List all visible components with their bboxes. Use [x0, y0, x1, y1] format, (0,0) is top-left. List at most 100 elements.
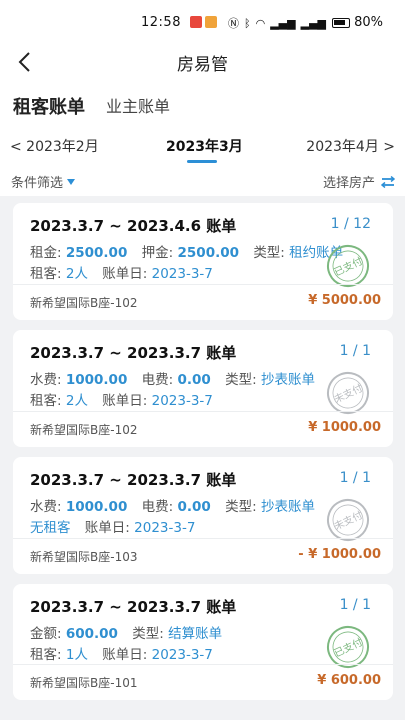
- battery: 80%: [332, 15, 383, 30]
- prev-month[interactable]: < 2023年2月: [10, 136, 99, 156]
- wifi-icon: ◠: [255, 16, 266, 30]
- property-address: 新希望国际B座-101: [30, 676, 138, 690]
- property-address: 新希望国际B座-102: [30, 423, 138, 437]
- bill-date-label: 账单日:: [102, 393, 148, 409]
- bill-detail-line: 租金: 2500.00 押金: 2500.00 类型: 租约账单: [30, 241, 343, 261]
- tenant-value: 2人: [65, 393, 88, 409]
- bill-card[interactable]: 2023.3.7 ~ 2023.3.7 账单 1 / 1 水费: 1000.00…: [13, 457, 393, 574]
- card-footer: 新希望国际B座-102 ¥ 5000.00: [13, 284, 393, 320]
- battery-level: 80%: [354, 15, 383, 30]
- clock: 12:58: [141, 15, 181, 30]
- bill-amount: ¥ 1000.00: [308, 420, 381, 435]
- bill-card[interactable]: 2023.3.7 ~ 2023.4.6 账单 1 / 12 租金: 2500.0…: [13, 203, 393, 320]
- tenant-label: 租客:: [30, 393, 62, 409]
- rent-label: 租金:: [30, 245, 62, 261]
- bill-detail-line: 水费: 1000.00 电费: 0.00 类型: 抄表账单: [30, 495, 315, 515]
- bill-page-count: 1 / 1: [339, 343, 371, 359]
- current-month[interactable]: 2023年3月: [166, 136, 243, 156]
- electric-fee-value: 0.00: [177, 499, 211, 515]
- bill-period: 2023.3.7 ~ 2023.3.7 账单: [30, 471, 237, 489]
- card-footer: 新希望国际B座-103 - ¥ 1000.00: [13, 538, 393, 574]
- water-fee-value: 1000.00: [65, 372, 128, 388]
- bluetooth-icon: ᛒ: [244, 16, 251, 30]
- select-property[interactable]: 选择房产: [323, 172, 395, 191]
- switch-icon: [381, 175, 395, 188]
- unpaid-stamp-icon: 未支付: [327, 372, 369, 414]
- bill-date-value: 2023-3-7: [151, 393, 213, 409]
- bill-amount: ¥ 600.00: [317, 673, 381, 688]
- nfc-icon: Ⓝ: [228, 17, 239, 30]
- deposit-label: 押金:: [141, 245, 174, 261]
- app-notification-icon: [190, 16, 202, 28]
- tab-tenant-bills[interactable]: 租客账单: [13, 93, 85, 119]
- notification-icons: [190, 16, 217, 28]
- electric-fee-label: 电费:: [141, 499, 174, 515]
- current-month-indicator: [187, 160, 217, 163]
- dropdown-triangle-icon: [67, 178, 76, 185]
- month-switcher: < 2023年2月 2023年3月 2023年4月 >: [0, 126, 405, 166]
- app-notification-icon: [205, 16, 217, 28]
- rent-value: 2500.00: [65, 245, 128, 261]
- system-icons: Ⓝ ᛒ ◠ ▂▄▆ ▂▄▆: [228, 15, 326, 31]
- signal-icon: ▂▄▆: [300, 16, 326, 30]
- bill-date-label: 账单日:: [102, 266, 148, 282]
- bill-period: 2023.3.7 ~ 2023.4.6 账单: [30, 217, 237, 235]
- bill-date-value: 2023-3-7: [151, 647, 213, 663]
- bill-page-count: 1 / 1: [339, 597, 371, 613]
- bill-period: 2023.3.7 ~ 2023.3.7 账单: [30, 598, 237, 616]
- bill-detail-line: 无租客 账单日: 2023-3-7: [30, 516, 195, 536]
- bill-detail-line: 租客: 2人 账单日: 2023-3-7: [30, 262, 213, 282]
- water-fee-label: 水费:: [30, 499, 62, 515]
- unpaid-stamp-icon: 未支付: [327, 499, 369, 541]
- nav-bar: 房易管: [0, 46, 405, 80]
- bill-date-value: 2023-3-7: [151, 266, 213, 282]
- bill-amount: - ¥ 1000.00: [298, 547, 381, 562]
- electric-fee-value: 0.00: [177, 372, 211, 388]
- type-label: 类型:: [225, 372, 257, 388]
- page-title: 房易管: [177, 55, 228, 75]
- signal-icon: ▂▄▆: [270, 16, 296, 30]
- property-address: 新希望国际B座-103: [30, 550, 138, 564]
- bill-period: 2023.3.7 ~ 2023.3.7 账单: [30, 344, 237, 362]
- bill-amount: ¥ 5000.00: [308, 293, 381, 308]
- bill-tabs: 租客账单 业主账单: [0, 80, 405, 126]
- battery-icon: [332, 17, 351, 28]
- type-label: 类型:: [225, 499, 257, 515]
- type-label: 类型:: [132, 626, 164, 642]
- bill-page-count: 1 / 1: [339, 470, 371, 486]
- tab-owner-bills[interactable]: 业主账单: [106, 93, 170, 117]
- no-tenant-value: 无租客: [30, 520, 71, 536]
- tenant-value: 2人: [65, 266, 88, 282]
- bill-date-label: 账单日:: [84, 520, 130, 536]
- deposit-value: 2500.00: [177, 245, 240, 261]
- filter-bar: 条件筛选 选择房产: [0, 166, 405, 196]
- condition-filter[interactable]: 条件筛选: [11, 172, 76, 191]
- bill-card[interactable]: 2023.3.7 ~ 2023.3.7 账单 1 / 1 金额: 600.00 …: [13, 584, 393, 700]
- tenant-label: 租客:: [30, 647, 62, 663]
- bill-date-value: 2023-3-7: [134, 520, 196, 536]
- card-footer: 新希望国际B座-102 ¥ 1000.00: [13, 411, 393, 447]
- property-address: 新希望国际B座-102: [30, 296, 138, 310]
- amount-value: 600.00: [65, 626, 118, 642]
- card-footer: 新希望国际B座-101 ¥ 600.00: [13, 664, 393, 700]
- next-month[interactable]: 2023年4月 >: [306, 136, 395, 156]
- bill-detail-line: 租客: 1人 账单日: 2023-3-7: [30, 643, 213, 663]
- water-fee-label: 水费:: [30, 372, 62, 388]
- amount-label: 金额:: [30, 626, 62, 642]
- type-value: 抄表账单: [260, 372, 315, 388]
- tenant-value: 1人: [65, 647, 88, 663]
- bill-detail-line: 水费: 1000.00 电费: 0.00 类型: 抄表账单: [30, 368, 315, 388]
- water-fee-value: 1000.00: [65, 499, 128, 515]
- bill-page-count: 1 / 12: [330, 216, 371, 232]
- condition-filter-label: 条件筛选: [11, 176, 64, 191]
- type-value: 抄表账单: [260, 499, 315, 515]
- type-value: 结算账单: [168, 626, 223, 642]
- tenant-label: 租客:: [30, 266, 62, 282]
- bill-detail-line: 金额: 600.00 类型: 结算账单: [30, 622, 222, 642]
- select-property-label: 选择房产: [322, 176, 375, 191]
- bill-card[interactable]: 2023.3.7 ~ 2023.3.7 账单 1 / 1 水费: 1000.00…: [13, 330, 393, 447]
- status-bar: 12:58 Ⓝ ᛒ ◠ ▂▄▆ ▂▄▆ 80%: [0, 0, 405, 46]
- bill-detail-line: 租客: 2人 账单日: 2023-3-7: [30, 389, 213, 409]
- paid-stamp-icon: 已支付: [327, 245, 369, 287]
- bill-date-label: 账单日:: [102, 647, 148, 663]
